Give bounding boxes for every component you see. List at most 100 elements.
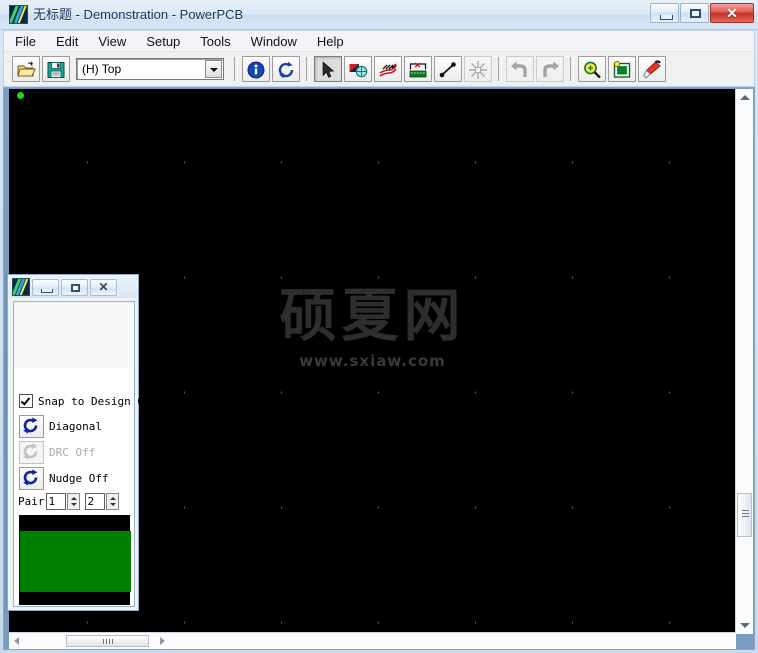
window-controls: ✕ [649, 3, 754, 23]
nudge-row[interactable]: Nudge Off [19, 467, 109, 490]
board-outline-button[interactable] [608, 56, 636, 82]
info-icon [247, 61, 265, 79]
close-button[interactable]: ✕ [710, 3, 754, 23]
layer-color-swatch[interactable] [19, 515, 131, 605]
nudge-button[interactable] [19, 467, 44, 490]
diagonal-row[interactable]: Diagonal [19, 415, 102, 438]
diagonal-button[interactable] [19, 415, 44, 438]
zoom-button[interactable] [578, 56, 606, 82]
close-icon: ✕ [98, 279, 109, 294]
scroll-right-icon[interactable] [155, 634, 171, 647]
rotate-arrows-icon [23, 417, 38, 434]
drc-button[interactable] [19, 441, 44, 464]
scroll-up-icon[interactable] [736, 89, 753, 105]
pair-row[interactable]: Pair 1 2 [18, 493, 123, 510]
panel-minimize-button[interactable] [32, 278, 59, 296]
powerpcb-window: 无标题 - Demonstration - PowerPCB ✕ File Ed… [0, 0, 758, 653]
drc-row[interactable]: DRC Off [19, 441, 95, 464]
panel-empty-region [14, 302, 134, 368]
layer-combo[interactable]: (H) Top [76, 58, 224, 80]
menu-bar: File Edit View Setup Tools Window Help [3, 30, 755, 51]
minimize-icon [41, 288, 53, 293]
maximize-icon [71, 283, 80, 292]
chevron-down-icon[interactable] [205, 60, 222, 78]
panel-title-bar: ✕ [9, 276, 137, 298]
component-placement-icon [409, 62, 427, 78]
toolbar-separator [570, 57, 574, 81]
select-arrow-icon [322, 61, 335, 78]
vertical-scroll-thumb[interactable] [737, 493, 752, 537]
maximize-icon [690, 9, 701, 18]
layer-combo-value: (H) Top [82, 62, 122, 76]
menu-item-setup[interactable]: Setup [137, 32, 189, 51]
diagonal-label: Diagonal [49, 420, 102, 433]
placement-button[interactable] [404, 56, 432, 82]
pair-second-stepper[interactable] [105, 493, 119, 510]
snap-to-grid-checkbox[interactable] [19, 394, 33, 408]
pair-first-input[interactable]: 1 [45, 493, 66, 510]
scroll-down-icon[interactable] [736, 618, 753, 634]
pair-second-input[interactable]: 2 [84, 493, 105, 510]
rotate-arrows-icon [23, 469, 38, 486]
app-logo-icon [9, 5, 28, 24]
pair-first-stepper[interactable] [66, 493, 80, 510]
sweep-brush-icon [642, 60, 661, 79]
connection-icon [439, 62, 456, 78]
open-folder-icon [17, 61, 36, 77]
panel-close-button[interactable]: ✕ [90, 278, 117, 296]
maximize-button[interactable] [680, 3, 709, 23]
save-button[interactable] [42, 56, 70, 82]
undo-button[interactable] [506, 56, 534, 82]
snap-to-grid-row[interactable]: Snap to Design G [19, 394, 144, 408]
toolbar-separator [306, 57, 310, 81]
panel-logo-icon [12, 278, 30, 296]
toolbar-separator [498, 57, 502, 81]
toolbar-separator [234, 57, 238, 81]
toolbar: (H) Top [3, 51, 755, 87]
close-icon: ✕ [726, 5, 738, 21]
board-outline-icon [613, 60, 631, 78]
layer-color-fill [20, 531, 131, 592]
redo-button[interactable] [536, 56, 564, 82]
route-settings-panel[interactable]: ✕ Snap to Design G Diagonal DRC Off Nudg… [7, 274, 144, 611]
snap-to-grid-label: Snap to Design G [38, 394, 144, 408]
sweep-button[interactable] [638, 56, 666, 82]
minimize-icon [660, 15, 673, 20]
vertical-scrollbar[interactable] [735, 89, 753, 634]
zoom-icon [584, 61, 601, 79]
route-traces-icon [379, 63, 397, 77]
pcb-canvas-frame: 硕夏网 www.sxiaw.com ✕ Snap to Design G Dia… [3, 87, 755, 650]
scroll-grip [103, 639, 113, 644]
redo-icon [543, 61, 559, 77]
design-rules-button[interactable] [344, 56, 372, 82]
drc-label: DRC Off [49, 446, 96, 459]
panel-body: Snap to Design G Diagonal DRC Off Nudge … [13, 301, 144, 607]
menu-item-help[interactable]: Help [308, 32, 353, 51]
title-bar: 无标题 - Demonstration - PowerPCB ✕ [0, 0, 758, 30]
nudge-label: Nudge Off [49, 472, 109, 485]
horizontal-scrollbar[interactable] [9, 632, 736, 649]
connection-button[interactable] [434, 56, 462, 82]
disperse-icon [469, 61, 487, 79]
menu-item-window[interactable]: Window [242, 32, 306, 51]
refresh-icon [278, 61, 294, 79]
select-tool-button[interactable] [314, 56, 342, 82]
minimize-button[interactable] [650, 3, 679, 23]
design-rules-icon [349, 64, 368, 78]
menu-item-edit[interactable]: Edit [47, 32, 87, 51]
menu-item-file[interactable]: File [6, 32, 45, 51]
horizontal-scroll-thumb[interactable] [66, 635, 149, 647]
menu-item-view[interactable]: View [89, 32, 135, 51]
pair-label: Pair [18, 495, 45, 508]
refresh-button[interactable] [272, 56, 300, 82]
rotate-arrows-icon [23, 443, 38, 460]
menu-item-tools[interactable]: Tools [191, 32, 239, 51]
open-button[interactable] [12, 56, 40, 82]
route-button[interactable] [374, 56, 402, 82]
info-button[interactable] [242, 56, 270, 82]
scroll-left-icon[interactable] [9, 634, 25, 647]
undo-icon [511, 61, 527, 77]
window-title: 无标题 - Demonstration - PowerPCB [33, 7, 244, 22]
panel-maximize-button[interactable] [61, 278, 88, 296]
disperse-button[interactable] [464, 56, 492, 82]
